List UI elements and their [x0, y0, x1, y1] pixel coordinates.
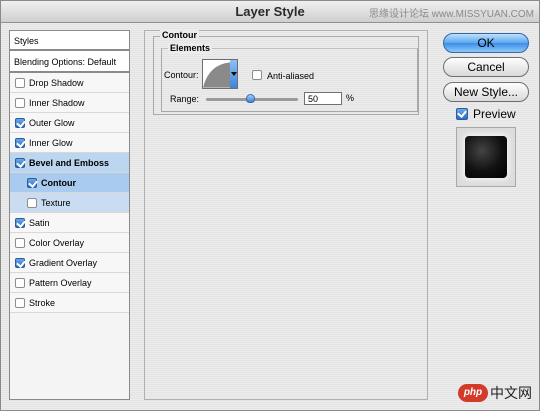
- color-overlay-checkbox[interactable]: [15, 237, 25, 248]
- style-item-stroke[interactable]: Stroke: [10, 293, 129, 313]
- style-item-drop-shadow[interactable]: Drop Shadow: [10, 73, 129, 93]
- style-item-bevel-emboss[interactable]: Bevel and Emboss: [10, 153, 129, 173]
- style-item-inner-shadow[interactable]: Inner Shadow: [10, 93, 129, 113]
- watermark-top-text: 思缘设计论坛 www.MISSYUAN.COM: [368, 9, 534, 20]
- style-item-label: Texture: [41, 197, 71, 208]
- watermark-bottom: php 中文网: [458, 383, 532, 403]
- pattern-overlay-checkbox[interactable]: [15, 277, 25, 288]
- style-item-outer-glow[interactable]: Outer Glow: [10, 113, 129, 133]
- style-item-label: Drop Shadow: [29, 77, 84, 88]
- blending-options[interactable]: Blending Options: Default: [10, 51, 129, 73]
- style-item-pattern-overlay[interactable]: Pattern Overlay: [10, 273, 129, 293]
- contour-curve-icon: [203, 60, 231, 88]
- cancel-button[interactable]: Cancel: [443, 57, 529, 77]
- preview-checkbox[interactable]: [456, 108, 468, 120]
- styles-list: Styles Blending Options: Default Drop Sh…: [9, 30, 130, 400]
- style-item-label: Stroke: [29, 297, 56, 308]
- style-item-label: Outer Glow: [29, 117, 75, 128]
- style-item-label: Inner Shadow: [29, 97, 85, 108]
- style-item-satin[interactable]: Satin: [10, 213, 129, 233]
- php-logo: php: [458, 384, 488, 402]
- contour-label: Contour:: [164, 70, 199, 80]
- window-title: Layer Style: [235, 4, 305, 19]
- range-input[interactable]: [304, 92, 342, 105]
- range-label: Range:: [170, 94, 200, 104]
- style-item-label: Contour: [41, 177, 76, 188]
- bevel-emboss-checkbox[interactable]: [15, 157, 25, 168]
- style-item-inner-glow[interactable]: Inner Glow: [10, 133, 129, 153]
- chevron-down-icon[interactable]: [230, 60, 237, 88]
- satin-checkbox[interactable]: [15, 217, 25, 228]
- style-item-label: Satin: [29, 217, 50, 228]
- outer-glow-checkbox[interactable]: [15, 117, 25, 128]
- preview-label: Preview: [473, 107, 516, 121]
- style-item-label: Pattern Overlay: [29, 277, 92, 288]
- gradient-overlay-checkbox[interactable]: [15, 257, 25, 268]
- contour-checkbox[interactable]: [27, 177, 37, 188]
- inner-glow-checkbox[interactable]: [15, 137, 25, 148]
- range-unit: %: [346, 93, 355, 103]
- inner-shadow-checkbox[interactable]: [15, 97, 25, 108]
- style-item-label: Color Overlay: [29, 237, 85, 248]
- style-item-color-overlay[interactable]: Color Overlay: [10, 233, 129, 253]
- anti-aliased-checkbox[interactable]: [252, 70, 262, 80]
- preview-swatch: [465, 136, 507, 178]
- styles-header[interactable]: Styles: [10, 31, 129, 51]
- style-item-label: Inner Glow: [29, 137, 73, 148]
- drop-shadow-checkbox[interactable]: [15, 77, 25, 88]
- style-item-contour[interactable]: Contour: [10, 173, 129, 193]
- texture-checkbox[interactable]: [27, 197, 37, 208]
- style-preview: [456, 127, 516, 187]
- ok-button[interactable]: OK: [443, 33, 529, 53]
- elements-title: Elements: [168, 43, 213, 53]
- style-item-label: Bevel and Emboss: [29, 157, 110, 168]
- style-item-label: Gradient Overlay: [29, 257, 98, 268]
- range-slider-thumb[interactable]: [246, 94, 255, 103]
- anti-aliased-label: Anti-aliased: [267, 71, 315, 81]
- stroke-checkbox[interactable]: [15, 297, 25, 308]
- contour-picker[interactable]: [202, 59, 238, 89]
- style-item-gradient-overlay[interactable]: Gradient Overlay: [10, 253, 129, 273]
- watermark-bottom-text: 中文网: [490, 385, 532, 401]
- new-style-button[interactable]: New Style...: [443, 82, 529, 102]
- style-item-texture[interactable]: Texture: [10, 193, 129, 213]
- contour-section-title: Contour: [160, 30, 199, 40]
